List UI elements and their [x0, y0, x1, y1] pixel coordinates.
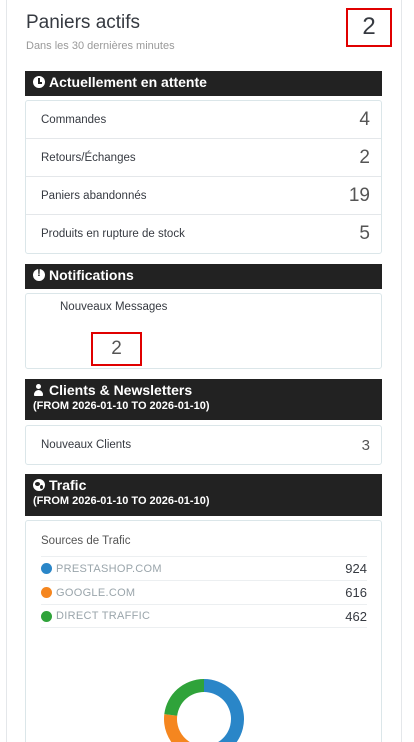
clock-icon — [33, 76, 45, 88]
pending-row-orders[interactable]: Commandes 4 — [26, 101, 381, 139]
pending-section-header: Actuellement en attente — [25, 71, 382, 96]
new-messages-label[interactable]: Nouveaux Messages — [60, 301, 167, 313]
legend-dot — [41, 610, 52, 622]
traffic-sources-title: Sources de Trafic — [41, 535, 131, 547]
clients-row-new-clients[interactable]: Nouveaux Clients 3 — [26, 426, 381, 464]
pending-row-label: Produits en rupture de stock — [41, 228, 185, 240]
pending-row-returns[interactable]: Retours/Échanges 2 — [26, 139, 381, 177]
traffic-section-title: Trafic — [49, 477, 87, 493]
traffic-date-range: (FROM 2026-01-10 TO 2026-01-10) — [33, 495, 210, 507]
pending-row-label: Commandes — [41, 113, 107, 126]
traffic-source-value: 462 — [345, 608, 367, 624]
notifications-box: Nouveaux Messages 2 — [25, 293, 382, 369]
donut-slice-direct-traffic[interactable] — [164, 679, 204, 716]
traffic-source-row[interactable]: DIRECT TRAFFIC 462 — [41, 604, 367, 628]
pending-list: Commandes 4 Retours/Échanges 2 Paniers a… — [25, 100, 382, 254]
donut-slice-prestashop-com[interactable] — [204, 679, 244, 742]
globe-icon — [33, 479, 45, 491]
notifications-section-header: Notifications — [25, 264, 382, 289]
clients-list: Nouveaux Clients 3 — [25, 425, 382, 465]
user-icon — [33, 384, 45, 396]
clients-row-value: 3 — [361, 436, 370, 454]
legend-dot — [41, 587, 52, 598]
active-carts-subtitle: Dans les 30 dernières minutes — [26, 40, 175, 52]
pending-row-abandoned-carts[interactable]: Paniers abandonnés 19 — [26, 177, 381, 215]
pending-section-title: Actuellement en attente — [49, 74, 207, 90]
pending-row-value: 4 — [359, 108, 370, 130]
traffic-sources-list: PRESTASHOP.COM 924 GOOGLE.COM 616 DIRECT… — [41, 556, 367, 628]
new-messages-count[interactable]: 2 — [91, 332, 142, 366]
traffic-source-name: GOOGLE.COM — [56, 586, 136, 599]
pending-row-label: Retours/Échanges — [41, 151, 136, 164]
traffic-box: Sources de Trafic PRESTASHOP.COM 924 GOO… — [25, 520, 382, 742]
traffic-source-row[interactable]: GOOGLE.COM 616 — [41, 580, 367, 604]
pending-row-value: 2 — [359, 146, 370, 168]
notifications-section-title: Notifications — [49, 267, 134, 283]
traffic-source-value: 924 — [345, 561, 367, 576]
pending-row-out-of-stock[interactable]: Produits en rupture de stock 5 — [26, 215, 381, 253]
active-carts-count: 2 — [346, 8, 392, 47]
clients-section-title: Clients & Newsletters — [49, 382, 193, 398]
traffic-source-name: DIRECT TRAFFIC — [56, 610, 151, 622]
pending-row-label: Paniers abandonnés — [41, 189, 147, 202]
traffic-source-name: PRESTASHOP.COM — [56, 562, 162, 575]
exclamation-icon — [33, 267, 45, 281]
traffic-donut-chart — [164, 679, 244, 742]
clients-row-label: Nouveaux Clients — [41, 439, 132, 451]
pending-row-value: 5 — [359, 223, 370, 244]
legend-dot — [41, 563, 52, 574]
active-carts-title: Paniers actifs — [26, 12, 141, 33]
donut-slice-google-com[interactable] — [164, 714, 214, 742]
clients-section-header: Clients & Newsletters (FROM 2026-01-10 T… — [25, 379, 382, 420]
clients-date-range: (FROM 2026-01-10 TO 2026-01-10) — [33, 400, 210, 412]
traffic-source-row[interactable]: PRESTASHOP.COM 924 — [41, 556, 367, 580]
pending-row-value: 19 — [348, 184, 370, 206]
traffic-section-header: Trafic (FROM 2026-01-10 TO 2026-01-10) — [25, 474, 382, 516]
traffic-source-value: 616 — [345, 585, 367, 600]
